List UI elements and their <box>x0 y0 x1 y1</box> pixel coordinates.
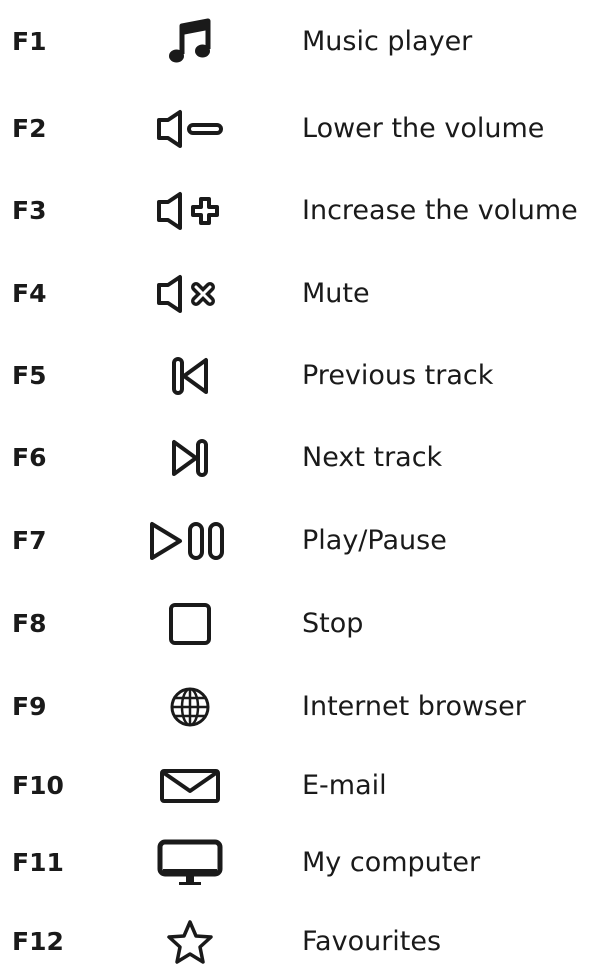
shortcut-label-f3: Increase the volume <box>302 195 578 226</box>
shortcut-row-f8: F8 Stop <box>0 594 609 654</box>
key-label-f9: F9 <box>12 692 47 721</box>
volume-up-icon <box>148 187 232 235</box>
function-key-legend: F1 Music player F2 Lower the volume F3 I… <box>0 0 609 966</box>
previous-track-icon <box>148 352 232 400</box>
shortcut-row-f4: F4 Mute <box>0 264 609 324</box>
key-label-f2: F2 <box>12 114 47 143</box>
shortcut-label-f6: Next track <box>302 442 443 473</box>
shortcut-row-f6: F6 Next track <box>0 428 609 488</box>
shortcut-row-f7: F7 Play/Pause <box>0 511 609 571</box>
mute-icon <box>148 270 232 318</box>
globe-icon <box>148 683 232 731</box>
shortcut-label-f12: Favourites <box>302 926 442 957</box>
key-label-f4: F4 <box>12 279 47 308</box>
envelope-icon <box>148 762 232 810</box>
key-label-f11: F11 <box>12 848 64 877</box>
music-note-icon <box>148 18 232 66</box>
shortcut-row-f11: F11 My computer <box>0 833 609 893</box>
shortcut-row-f3: F3 Increase the volume <box>0 181 609 241</box>
shortcut-label-f2: Lower the volume <box>302 113 545 144</box>
shortcut-label-f10: E-mail <box>302 770 387 801</box>
shortcut-label-f7: Play/Pause <box>302 525 447 556</box>
key-label-f3: F3 <box>12 196 47 225</box>
key-label-f5: F5 <box>12 361 47 390</box>
key-label-f1: F1 <box>12 27 47 56</box>
volume-down-icon <box>148 105 232 153</box>
key-label-f7: F7 <box>12 526 47 555</box>
star-icon <box>148 918 232 966</box>
shortcut-label-f9: Internet browser <box>302 691 526 722</box>
shortcut-label-f4: Mute <box>302 278 370 309</box>
stop-icon <box>148 600 232 648</box>
key-label-f10: F10 <box>12 771 64 800</box>
shortcut-label-f1: Music player <box>302 26 473 57</box>
shortcut-row-f12: F12 Favourites <box>0 912 609 972</box>
shortcut-label-f8: Stop <box>302 608 364 639</box>
play-pause-icon <box>148 517 232 565</box>
key-label-f12: F12 <box>12 927 64 956</box>
monitor-icon <box>148 839 232 887</box>
shortcut-label-f5: Previous track <box>302 360 494 391</box>
shortcut-row-f1: F1 Music player <box>0 12 609 72</box>
shortcut-row-f10: F10 E-mail <box>0 756 609 816</box>
key-label-f6: F6 <box>12 443 47 472</box>
key-label-f8: F8 <box>12 609 47 638</box>
shortcut-row-f2: F2 Lower the volume <box>0 99 609 159</box>
shortcut-row-f9: F9 Internet browser <box>0 677 609 737</box>
shortcut-label-f11: My computer <box>302 847 481 878</box>
next-track-icon <box>148 434 232 482</box>
shortcut-row-f5: F5 Previous track <box>0 346 609 406</box>
